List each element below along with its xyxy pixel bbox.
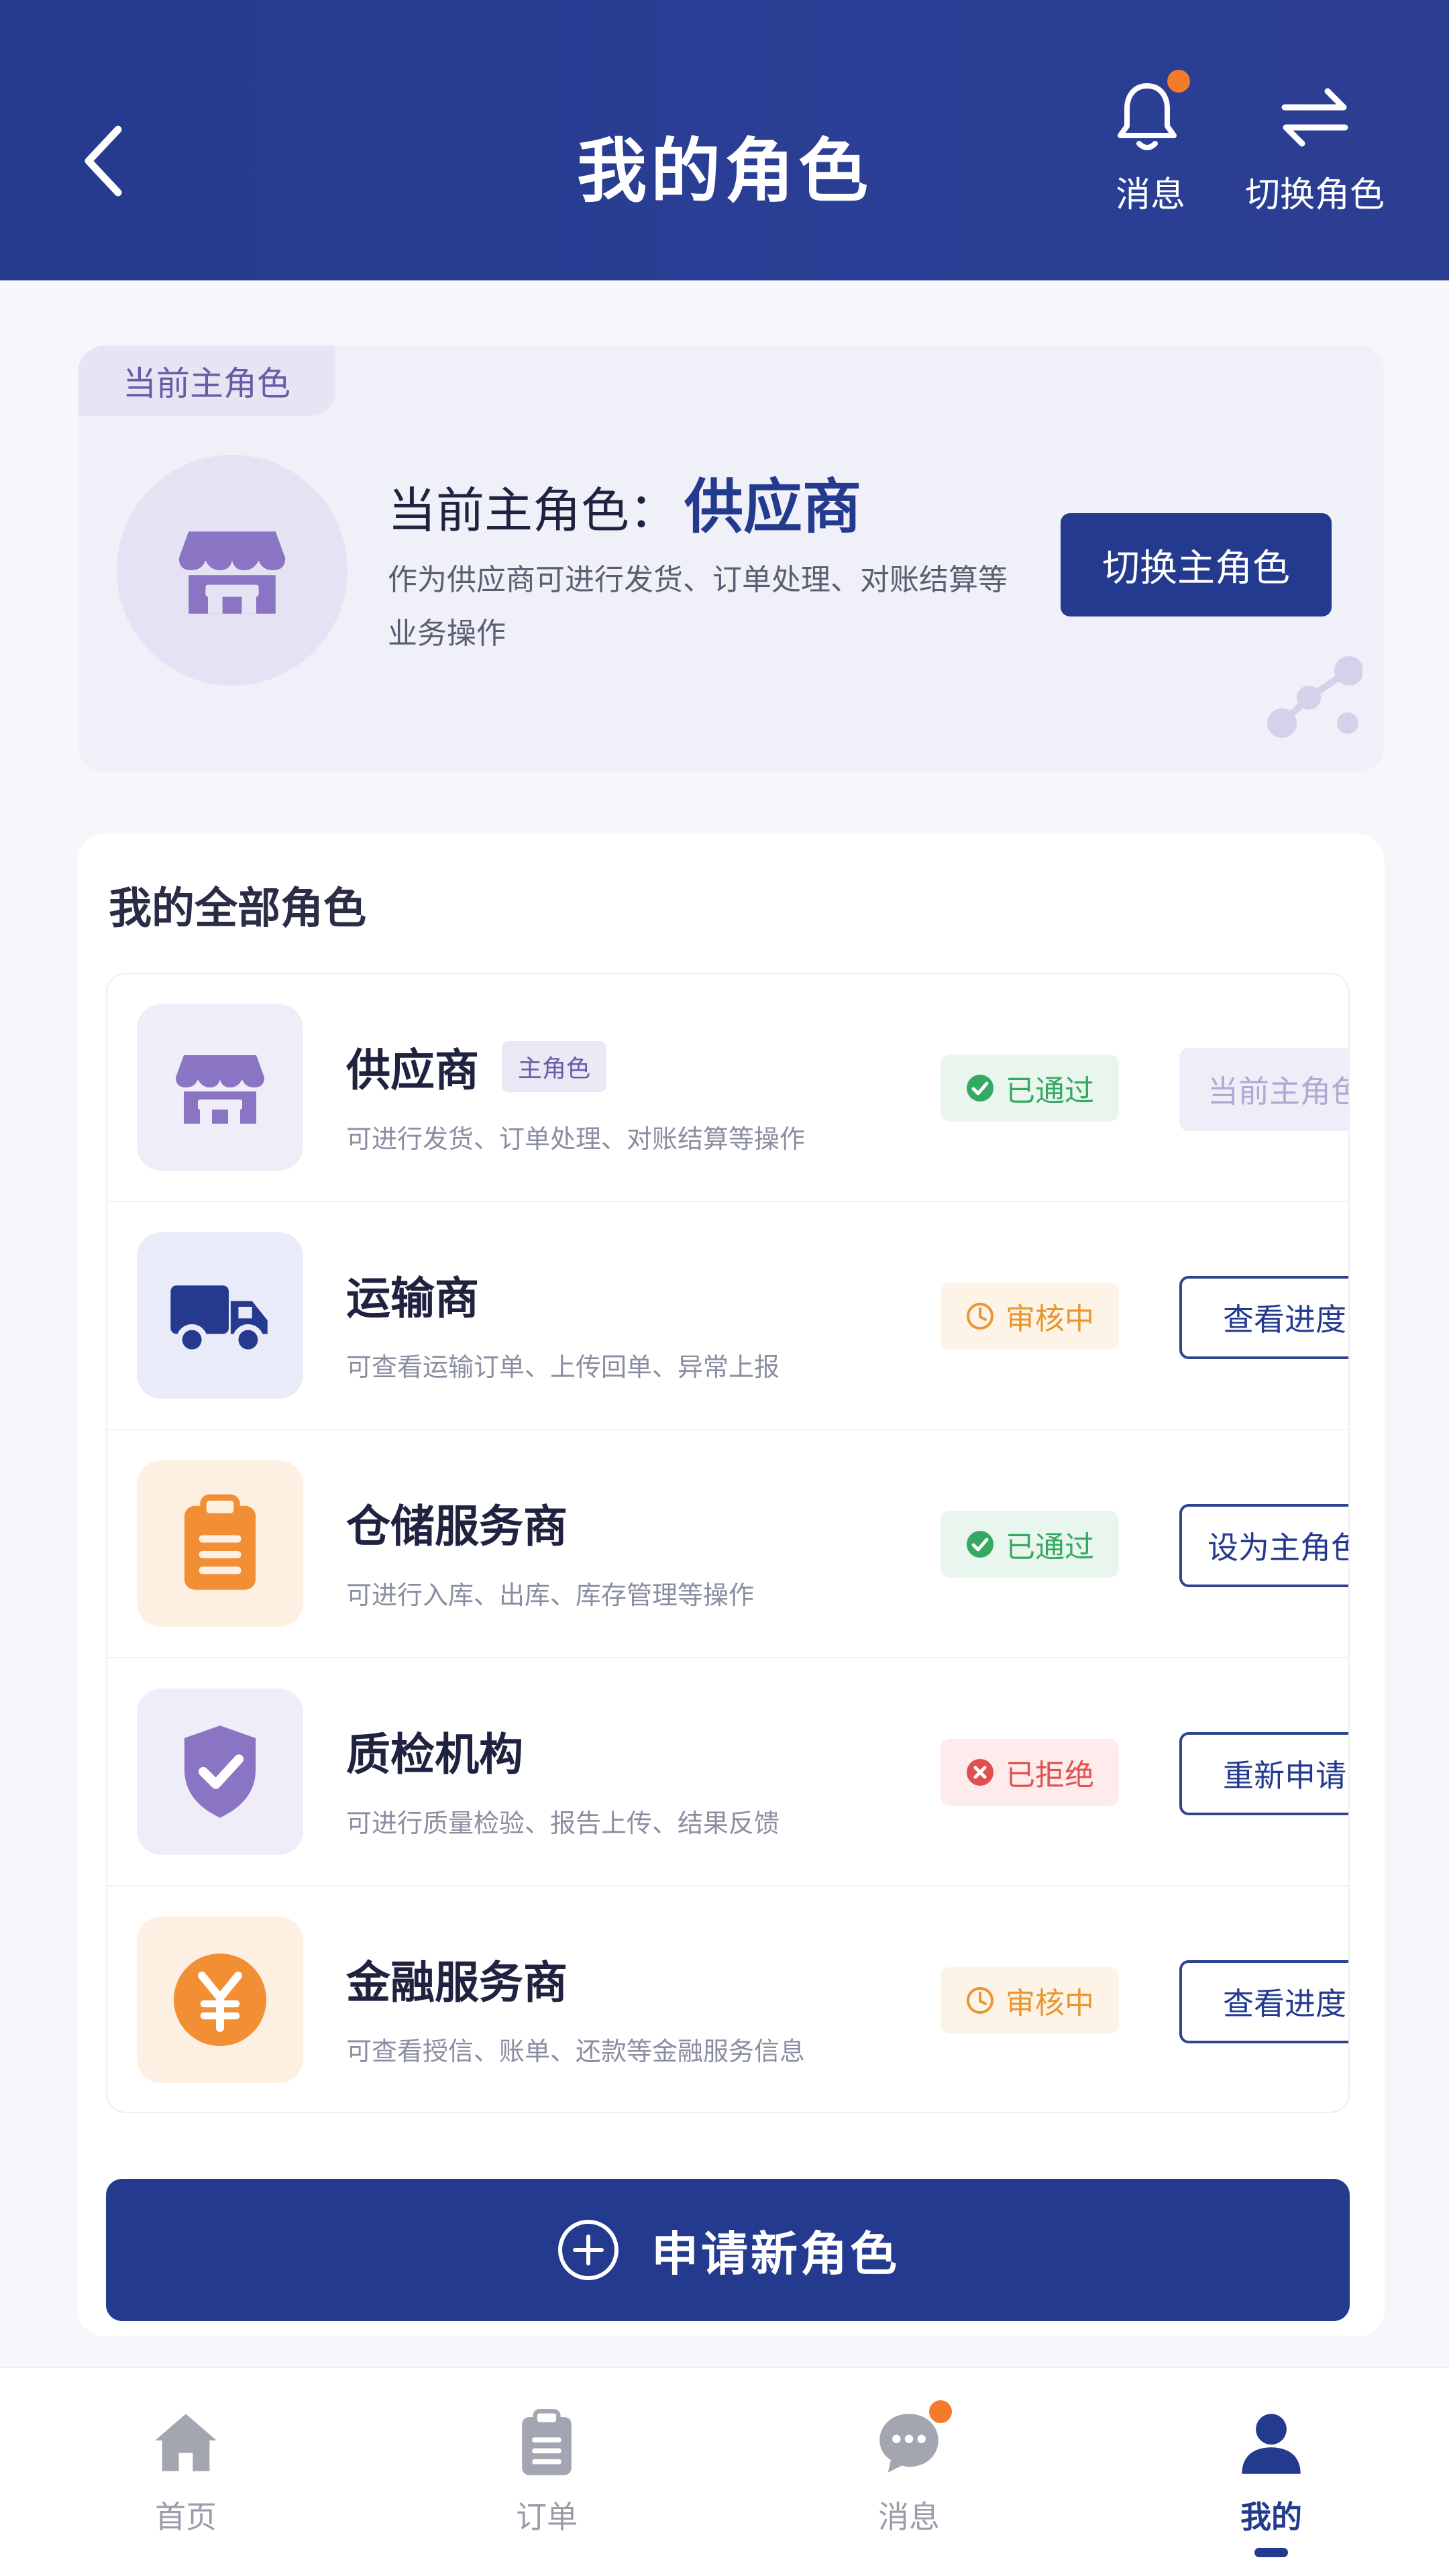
- page-title: 我的角色: [576, 130, 872, 212]
- status-text: 审核中: [1006, 1986, 1094, 2021]
- current-role-description: 作为供应商可进行发货、订单处理、对账结算等业务操作: [388, 563, 1008, 651]
- current-role-title-prefix: 当前主角色：: [388, 482, 678, 539]
- tab-message-badge: [929, 2400, 952, 2423]
- role-row-finance: 金融服务商 可查看授信、账单、还款等金融服务信息 审核中 查看进度: [107, 1886, 1348, 2112]
- status-text: 已通过: [1006, 1530, 1094, 1564]
- header-switch-role-label: 切换角色: [1244, 175, 1385, 215]
- molecule-decoration-icon: [1267, 656, 1362, 738]
- status-text: 已通过: [1006, 1074, 1094, 1108]
- view-progress-button[interactable]: 查看进度: [1179, 1276, 1348, 1359]
- status-badge-pending: 审核中: [941, 1967, 1119, 2034]
- role-row-warehouse: 仓储服务商 可进行入库、出库、库存管理等操作 已通过 设为主角色: [107, 1430, 1348, 1658]
- all-roles-title: 我的全部角色: [109, 884, 366, 934]
- current-role-tag: 当前主角色: [78, 345, 335, 416]
- role-icon-box: [137, 1917, 303, 2083]
- bell-icon: [1118, 83, 1177, 150]
- reapply-button[interactable]: 重新申请: [1179, 1732, 1348, 1815]
- status-badge-rejected: 已拒绝: [941, 1739, 1119, 1806]
- header-message-label: 消息: [1115, 175, 1185, 215]
- switch-main-role-button[interactable]: 切换主角色: [1061, 513, 1332, 616]
- status-badge-approved: 已通过: [941, 1055, 1119, 1122]
- plus-circle-icon: [558, 2220, 619, 2280]
- role-description: 可进行质量检验、报告上传、结果反馈: [346, 1809, 780, 1838]
- clipboard-icon: [522, 2409, 572, 2475]
- user-icon: [1242, 2414, 1301, 2474]
- role-list: 供应商 主角色 可进行发货、订单处理、对账结算等操作 已通过 当前主角色 运输商…: [106, 973, 1350, 2113]
- status-text: 已拒绝: [1006, 1758, 1094, 1792]
- role-name: 金融服务商: [346, 1957, 568, 2008]
- role-name-wrap: 金融服务商: [346, 1947, 568, 2011]
- tab-orders-label: 订单: [516, 2499, 578, 2535]
- apply-new-role-label: 申请新角色: [651, 2226, 900, 2282]
- clock-icon: [967, 1987, 994, 2014]
- chevron-left-icon: [85, 125, 122, 197]
- role-description: 可进行发货、订单处理、对账结算等操作: [346, 1124, 806, 1154]
- clock-icon: [967, 1303, 994, 1330]
- current-main-role-button: 当前主角色: [1179, 1048, 1348, 1131]
- apply-new-role-button[interactable]: 申请新角色: [106, 2179, 1350, 2321]
- role-description: 可查看运输订单、上传回单、异常上报: [346, 1352, 780, 1382]
- role-icon-box: [137, 1688, 303, 1855]
- tab-mine-label: 我的: [1240, 2499, 1302, 2535]
- role-description: 可查看授信、账单、还款等金融服务信息: [346, 2037, 806, 2066]
- header-message-button[interactable]: 消息: [1077, 70, 1224, 220]
- role-name-wrap: 运输商: [346, 1263, 479, 1327]
- tab-home[interactable]: 首页: [85, 2408, 286, 2563]
- role-name: 供应商: [346, 1044, 479, 1096]
- role-icon-box: [137, 1004, 303, 1171]
- role-icon-box: [137, 1460, 303, 1627]
- status-badge-approved: 已通过: [941, 1511, 1119, 1578]
- tab-home-label: 首页: [155, 2499, 217, 2535]
- active-tab-indicator: [1254, 2548, 1288, 2557]
- role-name: 质检机构: [346, 1729, 523, 1780]
- tab-messages[interactable]: 消息: [808, 2400, 1010, 2563]
- notification-badge: [1167, 70, 1190, 93]
- role-row-supplier: 供应商 主角色 可进行发货、订单处理、对账结算等操作 已通过 当前主角色: [107, 974, 1348, 1202]
- role-name-wrap: 供应商 主角色: [346, 1034, 607, 1099]
- main-role-badge: 主角色: [502, 1041, 607, 1092]
- header-bar: 我的角色 消息 切换角色: [0, 0, 1449, 280]
- tab-messages-label: 消息: [878, 2499, 940, 2535]
- role-row-inspection: 质检机构 可进行质量检验、报告上传、结果反馈 已拒绝 重新申请: [107, 1658, 1348, 1886]
- current-role-title: 当前主角色： 供应商: [388, 460, 861, 545]
- tab-orders[interactable]: 订单: [446, 2408, 647, 2563]
- status-text: 审核中: [1006, 1302, 1094, 1336]
- set-main-role-button[interactable]: 设为主角色: [1179, 1504, 1348, 1587]
- store-icon: [178, 531, 286, 614]
- view-progress-button[interactable]: 查看进度: [1179, 1960, 1348, 2043]
- clipboard-icon: [184, 1494, 256, 1590]
- close-circle-icon: [967, 1759, 994, 1786]
- role-name: 运输商: [346, 1273, 479, 1324]
- back-button[interactable]: [74, 124, 134, 198]
- role-description: 可进行入库、出库、库存管理等操作: [346, 1580, 755, 1610]
- role-icon-box: [137, 1232, 303, 1399]
- all-roles-panel: 我的全部角色 供应商 主角色 可进行发货、订单处理、对账结算等操作 已通过 当前…: [78, 834, 1385, 2337]
- truck-icon: [170, 1285, 268, 1356]
- home-icon: [155, 2414, 217, 2471]
- role-name: 仓储服务商: [346, 1501, 568, 1552]
- current-role-card: 当前主角色 当前主角色： 供应商 作为供应商可进行发货、订单处理、对账结算等业务…: [78, 345, 1385, 772]
- store-icon: [176, 1055, 264, 1124]
- yen-coin-icon: [174, 1953, 266, 2046]
- role-name-wrap: 质检机构: [346, 1719, 523, 1783]
- bottom-tab-bar: 首页 订单 消息 我的: [0, 2367, 1449, 2576]
- current-role-avatar: [117, 455, 347, 686]
- current-role-name: 供应商: [684, 472, 862, 541]
- swap-arrows-icon: [1281, 88, 1348, 147]
- role-name-wrap: 仓储服务商: [346, 1491, 568, 1555]
- check-circle-icon: [967, 1531, 994, 1558]
- check-circle-icon: [967, 1075, 994, 1102]
- status-badge-pending: 审核中: [941, 1283, 1119, 1350]
- header-switch-role-button[interactable]: 切换角色: [1234, 79, 1395, 220]
- shield-check-icon: [184, 1725, 256, 1818]
- tab-mine[interactable]: 我的: [1171, 2408, 1372, 2563]
- role-row-carrier: 运输商 可查看运输订单、上传回单、异常上报 审核中 查看进度: [107, 1202, 1348, 1430]
